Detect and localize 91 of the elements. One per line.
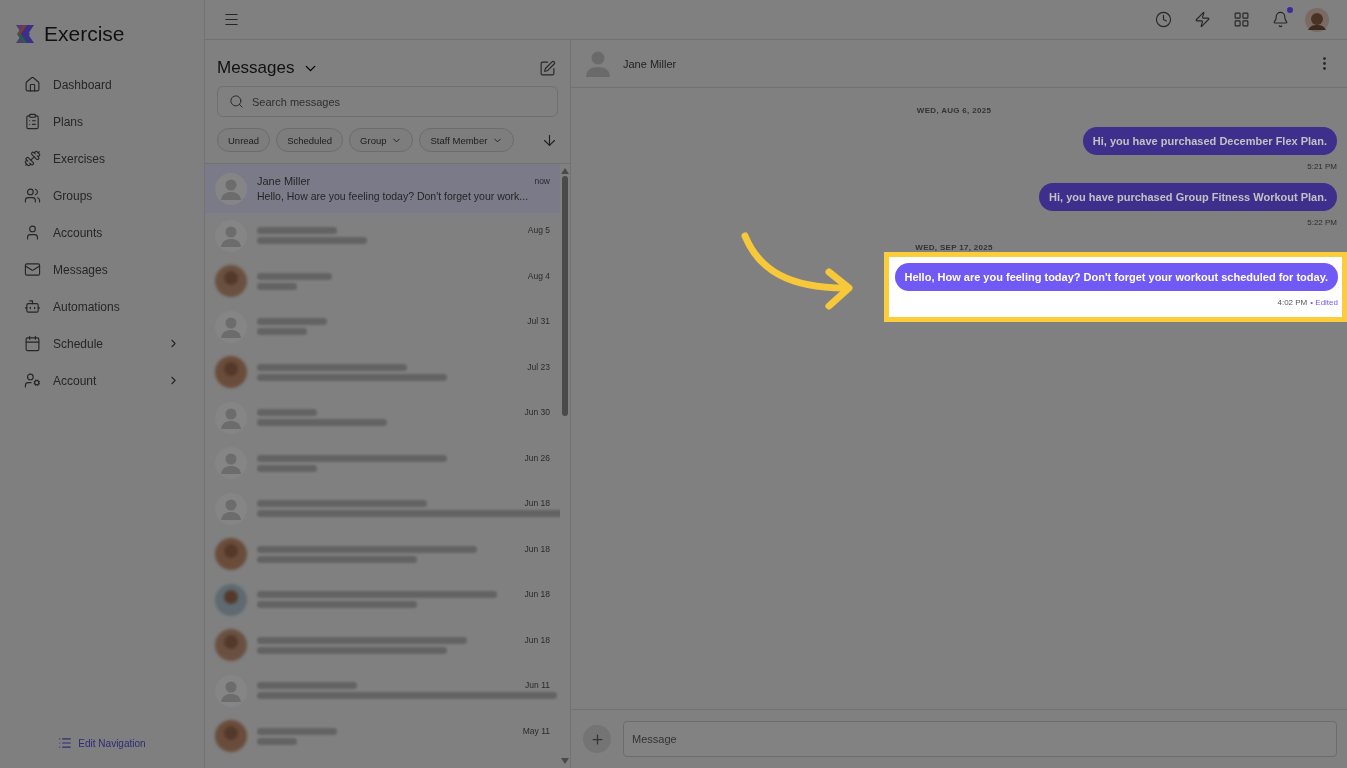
grid-icon[interactable] <box>1233 11 1250 28</box>
blurred-text <box>257 282 297 290</box>
house-icon <box>24 76 41 93</box>
person-gear-icon <box>24 372 41 389</box>
scroll-down-icon[interactable] <box>561 758 569 764</box>
avatar <box>215 583 247 616</box>
message-time: 5:21 PM <box>1307 162 1337 171</box>
lightning-icon[interactable] <box>1194 11 1211 28</box>
message-time: 4:02 PM <box>1277 298 1308 307</box>
envelope-icon <box>24 261 41 278</box>
nav-item[interactable]: Account <box>0 362 204 399</box>
blurred-text <box>257 737 297 745</box>
conversation-row[interactable]: Jun 18 <box>205 577 560 623</box>
message-bubble: Hi, you have purchased Group Fitness Workout Plan. <box>1039 183 1337 211</box>
date-separator: WED, SEP 17, 2025 <box>914 243 994 252</box>
plus-icon <box>589 731 605 747</box>
add-button[interactable] <box>583 725 611 753</box>
conversation-row[interactable]: Jul 23 <box>205 349 560 395</box>
conversation-time: Jun 11 <box>525 680 550 690</box>
conversation-time: Jun 18 <box>524 498 550 508</box>
nav-item[interactable]: Messages <box>0 251 204 288</box>
conversation-time: Jun 26 <box>524 452 550 463</box>
conversation-time: Jun 18 <box>524 634 550 645</box>
filter-chip[interactable]: Unread <box>217 128 271 152</box>
blurred-text <box>257 328 307 336</box>
robot-icon <box>24 298 41 315</box>
logo-icon <box>14 23 36 45</box>
conversation-row[interactable]: Jun 30 <box>205 395 560 441</box>
conversation-row[interactable]: Jun 11 <box>205 668 560 714</box>
blurred-text <box>257 409 317 417</box>
avatar <box>215 172 247 205</box>
filter-chip[interactable]: Scheduled <box>276 128 344 152</box>
conversation-time: Jul 23 <box>527 361 550 372</box>
nav-item[interactable]: Accounts <box>0 214 204 251</box>
conversation-time: Jul 31 <box>527 316 550 326</box>
conversation-time: Jun 18 <box>524 543 550 554</box>
avatar <box>215 265 247 298</box>
nav-item[interactable]: Exercises <box>0 140 204 177</box>
contact-name: Jane Miller <box>257 175 312 187</box>
dumbbell-icon <box>24 150 41 167</box>
date-separator: WED, AUG 6, 2025 <box>915 106 993 115</box>
message-field[interactable]: Message <box>623 721 1337 757</box>
conversation-row[interactable]: May 11 <box>205 713 560 759</box>
avatar <box>215 629 247 662</box>
menu-icon[interactable] <box>223 11 240 28</box>
conversation-row[interactable]: Jun 18 <box>205 622 560 668</box>
clipboard-icon <box>24 113 41 130</box>
app-name: Exercise <box>44 22 125 46</box>
contact-name: Jane Miller <box>623 57 678 70</box>
search-icon <box>229 94 244 109</box>
inbox-title-dropdown[interactable]: Messages <box>217 58 320 78</box>
avatar <box>215 356 247 389</box>
conversation-time: Jun 30 <box>524 407 550 417</box>
nav-item[interactable]: Plans <box>0 103 204 140</box>
blurred-text <box>257 464 317 472</box>
calendar-icon <box>24 335 41 352</box>
nav-item[interactable]: Schedule <box>0 325 204 362</box>
message-time: 5:22 PM <box>1307 218 1337 227</box>
nav-item[interactable]: Groups <box>0 177 204 214</box>
conversation-time: Jun 18 <box>524 589 550 599</box>
conversation-row[interactable]: Aug 5 <box>205 213 560 259</box>
conversation-row[interactable]: Jun 18 <box>205 531 560 577</box>
scrollbar-thumb[interactable] <box>562 176 568 416</box>
compose-icon[interactable] <box>539 59 556 77</box>
message-bubble: Hi, you have purchased December Flex Plan. <box>1082 127 1337 155</box>
filter-chip[interactable]: Group <box>349 128 414 152</box>
conversation-time: now <box>534 176 550 186</box>
person-icon <box>24 224 41 241</box>
people-icon <box>24 187 41 204</box>
message-bubble: Hello, How are you feeling today? Don't forget your workout scheduled for today. <box>894 263 1338 291</box>
conversation-row[interactable]: Jun 18 <box>205 486 560 532</box>
edit-navigation-link[interactable]: Edit Navigation <box>58 736 146 750</box>
scroll-up-icon[interactable] <box>561 168 569 174</box>
conversation-row[interactable]: Jane Miller Hello, How are you feeling today? Don't forget your work... now <box>205 164 560 213</box>
nav-item[interactable]: Automations <box>0 288 204 325</box>
conversation-row[interactable]: Jun 26 <box>205 440 560 486</box>
edited-label: • Edited <box>1310 298 1338 307</box>
conversation-row[interactable]: Aug 4 <box>205 258 560 304</box>
nav-item[interactable]: Dashboard <box>0 66 204 103</box>
conversation-time: Aug 4 <box>527 270 550 281</box>
conversation-time: May 11 <box>522 725 550 736</box>
conversation-time: Aug 5 <box>527 225 550 235</box>
user-avatar[interactable] <box>1305 7 1329 32</box>
filter-chip[interactable]: Staff Member <box>419 128 515 152</box>
clock-icon[interactable] <box>1155 11 1172 28</box>
conversation-row[interactable]: Jul 31 <box>205 304 560 350</box>
avatar <box>215 538 247 571</box>
list-icon <box>58 736 73 750</box>
blurred-text <box>257 318 327 326</box>
search-field[interactable]: Search messages <box>217 86 558 117</box>
avatar <box>215 720 247 753</box>
